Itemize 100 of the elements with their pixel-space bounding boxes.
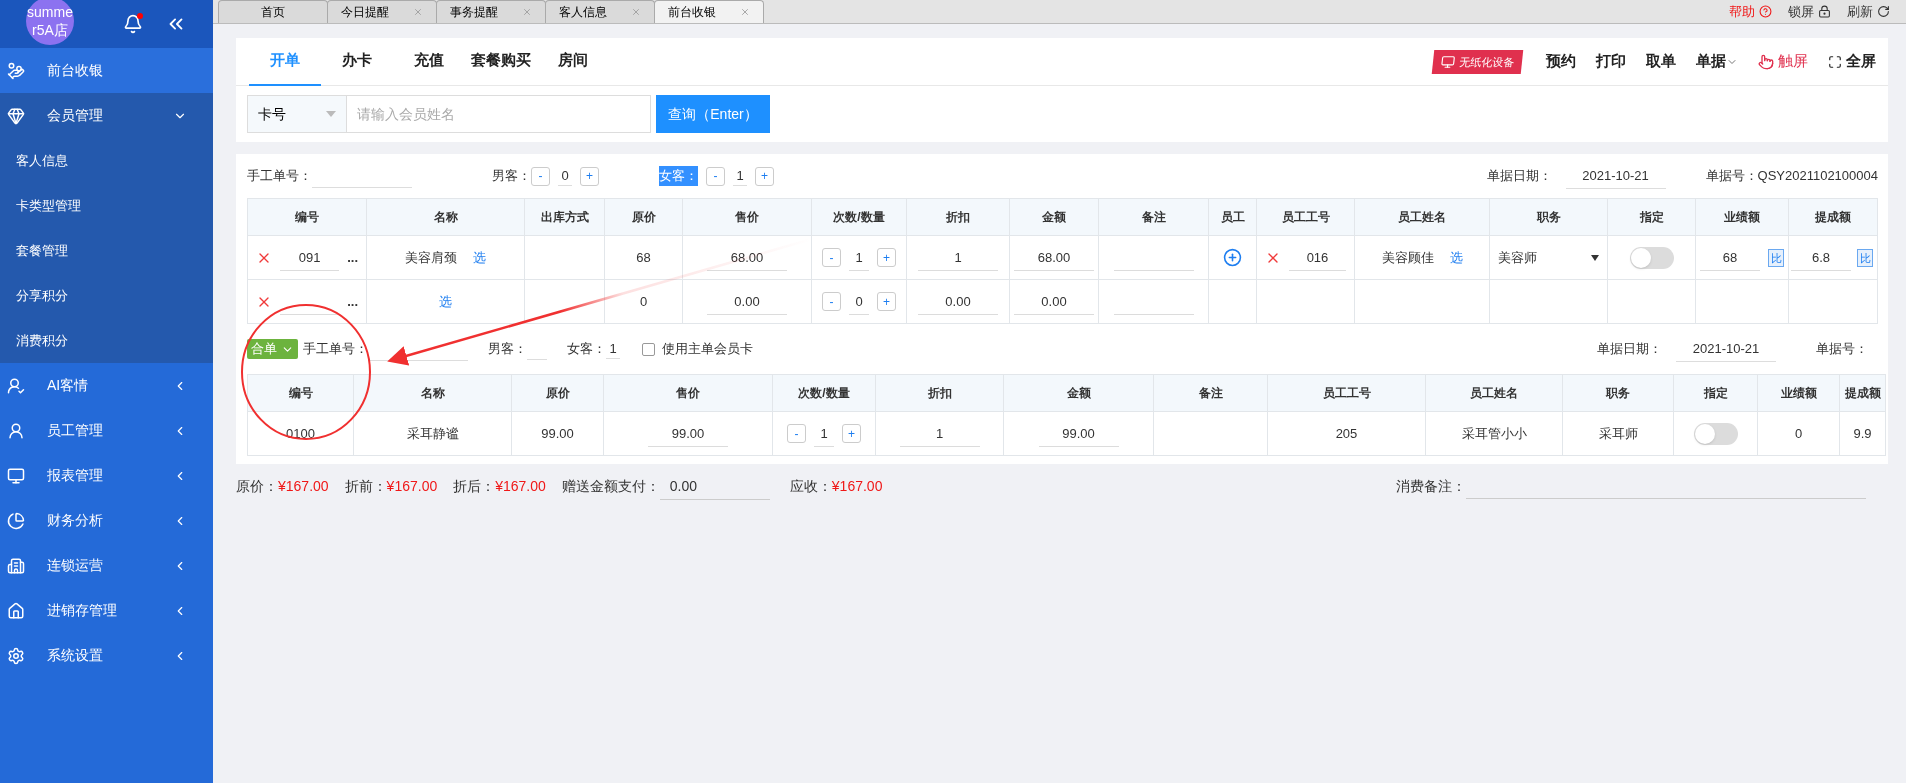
menu-item[interactable]: 前台收银 [0,48,213,93]
menu-item[interactable]: 连锁运营 [0,543,213,588]
search-type-select[interactable]: 卡号 [247,95,347,133]
column-header: 出库方式 [540,210,589,224]
menu-item[interactable]: 报表管理 [0,453,213,498]
column-header: 名称 [433,210,458,224]
stepper-button[interactable]: + [877,292,896,311]
submenu-item[interactable]: 套餐管理 [0,228,213,273]
submenu-item[interactable]: 卡类型管理 [0,183,213,228]
order-tab[interactable]: 办卡 [321,37,393,86]
page-tab[interactable]: 客人信息 [545,0,655,23]
column-header: 售价 [676,386,700,400]
menu-icon [7,106,25,125]
page-tab[interactable]: 今日提醒 [327,0,437,23]
column-header: 员工工号 [1322,386,1371,400]
search-field[interactable]: 请输入会员姓名 [347,95,651,133]
refresh-icon [1877,5,1890,18]
fullscreen-icon [1828,54,1842,69]
date-field[interactable]: 2021-10-21 [1565,163,1666,189]
stepper-button[interactable]: - [822,248,841,267]
checkbox[interactable] [642,342,655,356]
column-header: 次数/数量 [833,210,885,224]
menu-item[interactable]: 员工管理 [0,408,213,453]
close-icon[interactable] [522,7,532,17]
device-badge[interactable]: 无纸化设备 [1431,49,1524,74]
column-header: 金额 [1066,386,1091,400]
menu-item[interactable]: 会员管理 [0,93,213,138]
quantity-field[interactable]: 0 [849,288,869,315]
column-header: 员工姓名 [1470,386,1518,400]
menu-item[interactable]: 财务分析 [0,498,213,543]
close-icon[interactable] [631,7,641,17]
value-field[interactable]: 091 [280,244,340,271]
touch-button[interactable]: 触屏 [1758,50,1808,73]
more-button[interactable]: ... [347,247,358,268]
column-header: 售价 [735,210,759,224]
notification-icon[interactable] [123,14,143,34]
ratio-button[interactable]: 比 [1768,248,1784,267]
total-item: 原价：¥167.00 [236,476,329,496]
top-action-button[interactable]: 刷新 [1847,0,1890,23]
order-tab[interactable]: 套餐购买 [465,37,537,86]
stepper-button[interactable]: - [706,166,725,186]
submenu-item[interactable]: 客人信息 [0,138,213,183]
order-tab[interactable]: 房间 [537,37,609,86]
menu-icon [7,421,25,440]
page-tab[interactable]: 首页 [218,0,328,23]
toolbar-button[interactable]: 预约 [1546,50,1576,73]
menu-icon [7,601,25,620]
close-icon[interactable] [740,7,750,17]
menu-item[interactable]: 系统设置 [0,633,213,678]
field-label: 赠送金额支付： [561,476,660,496]
fullscreen-button[interactable]: 全屏 [1828,50,1876,73]
add-staff-icon[interactable] [1223,248,1242,267]
menu-item[interactable]: 进销存管理 [0,588,213,633]
gift-amount-field[interactable]: 0.00 [659,472,770,500]
toolbar-button[interactable]: 打印 [1596,50,1626,73]
value-field[interactable]: 68 [1700,244,1760,271]
select-link[interactable]: 选 [473,247,486,268]
help-icon [1759,5,1772,18]
checkbox-label[interactable]: 使用主单会员卡 [662,339,753,359]
cell-text: 0 [639,293,648,309]
toggle-switch[interactable] [1629,246,1674,269]
column-header: 原价 [545,386,570,400]
stepper-button[interactable]: - [822,292,841,311]
cell-text: 0100 [286,425,315,441]
submenu-item[interactable]: 分享积分 [0,273,213,318]
close-icon[interactable] [413,7,423,17]
toggle-switch[interactable] [1693,422,1738,445]
column-header: 指定 [1703,386,1728,400]
field-label: 男客： [492,167,531,186]
field-label: 消费备注： [1396,476,1466,496]
field-label: 单据日期： [1597,340,1662,359]
column-header: 折扣 [927,386,952,400]
field-label: 女客： [567,340,606,359]
count-value: 1 [606,338,620,360]
menu-icon [7,556,25,575]
caret-icon [326,111,336,117]
page-tab[interactable]: 事务提醒 [436,0,546,23]
page-tab[interactable]: 前台收银 [654,0,764,23]
select-link[interactable]: 选 [1449,247,1463,268]
toolbar-button[interactable]: 取单 [1646,50,1676,73]
stepper-button[interactable]: - [787,424,806,443]
quantity-field[interactable]: 1 [849,244,869,271]
quantity-field[interactable]: 1 [814,420,834,447]
stepper-button[interactable]: + [842,424,861,443]
stepper-button[interactable]: + [877,248,896,267]
order-tab[interactable]: 充值 [393,37,465,86]
date-field[interactable]: 2021-10-21 [1676,336,1776,362]
ratio-button[interactable]: 比 [1857,248,1873,267]
menu-item[interactable]: AI客情 [0,363,213,408]
submenu-item[interactable]: 消费积分 [0,318,213,363]
value-field[interactable]: 6.8 [1791,244,1851,271]
stepper-button[interactable]: + [580,166,599,186]
cell-text: 美容肩颈 [405,248,457,267]
toolbar-dropdown[interactable]: 单据 [1696,50,1738,73]
more-button[interactable]: ... [347,291,358,312]
menu-icon [7,376,25,395]
select-link[interactable]: 选 [439,291,452,312]
top-action-button[interactable]: 锁屏 [1788,0,1831,23]
stepper-button[interactable]: - [531,166,550,186]
stepper-button[interactable]: + [755,166,774,186]
